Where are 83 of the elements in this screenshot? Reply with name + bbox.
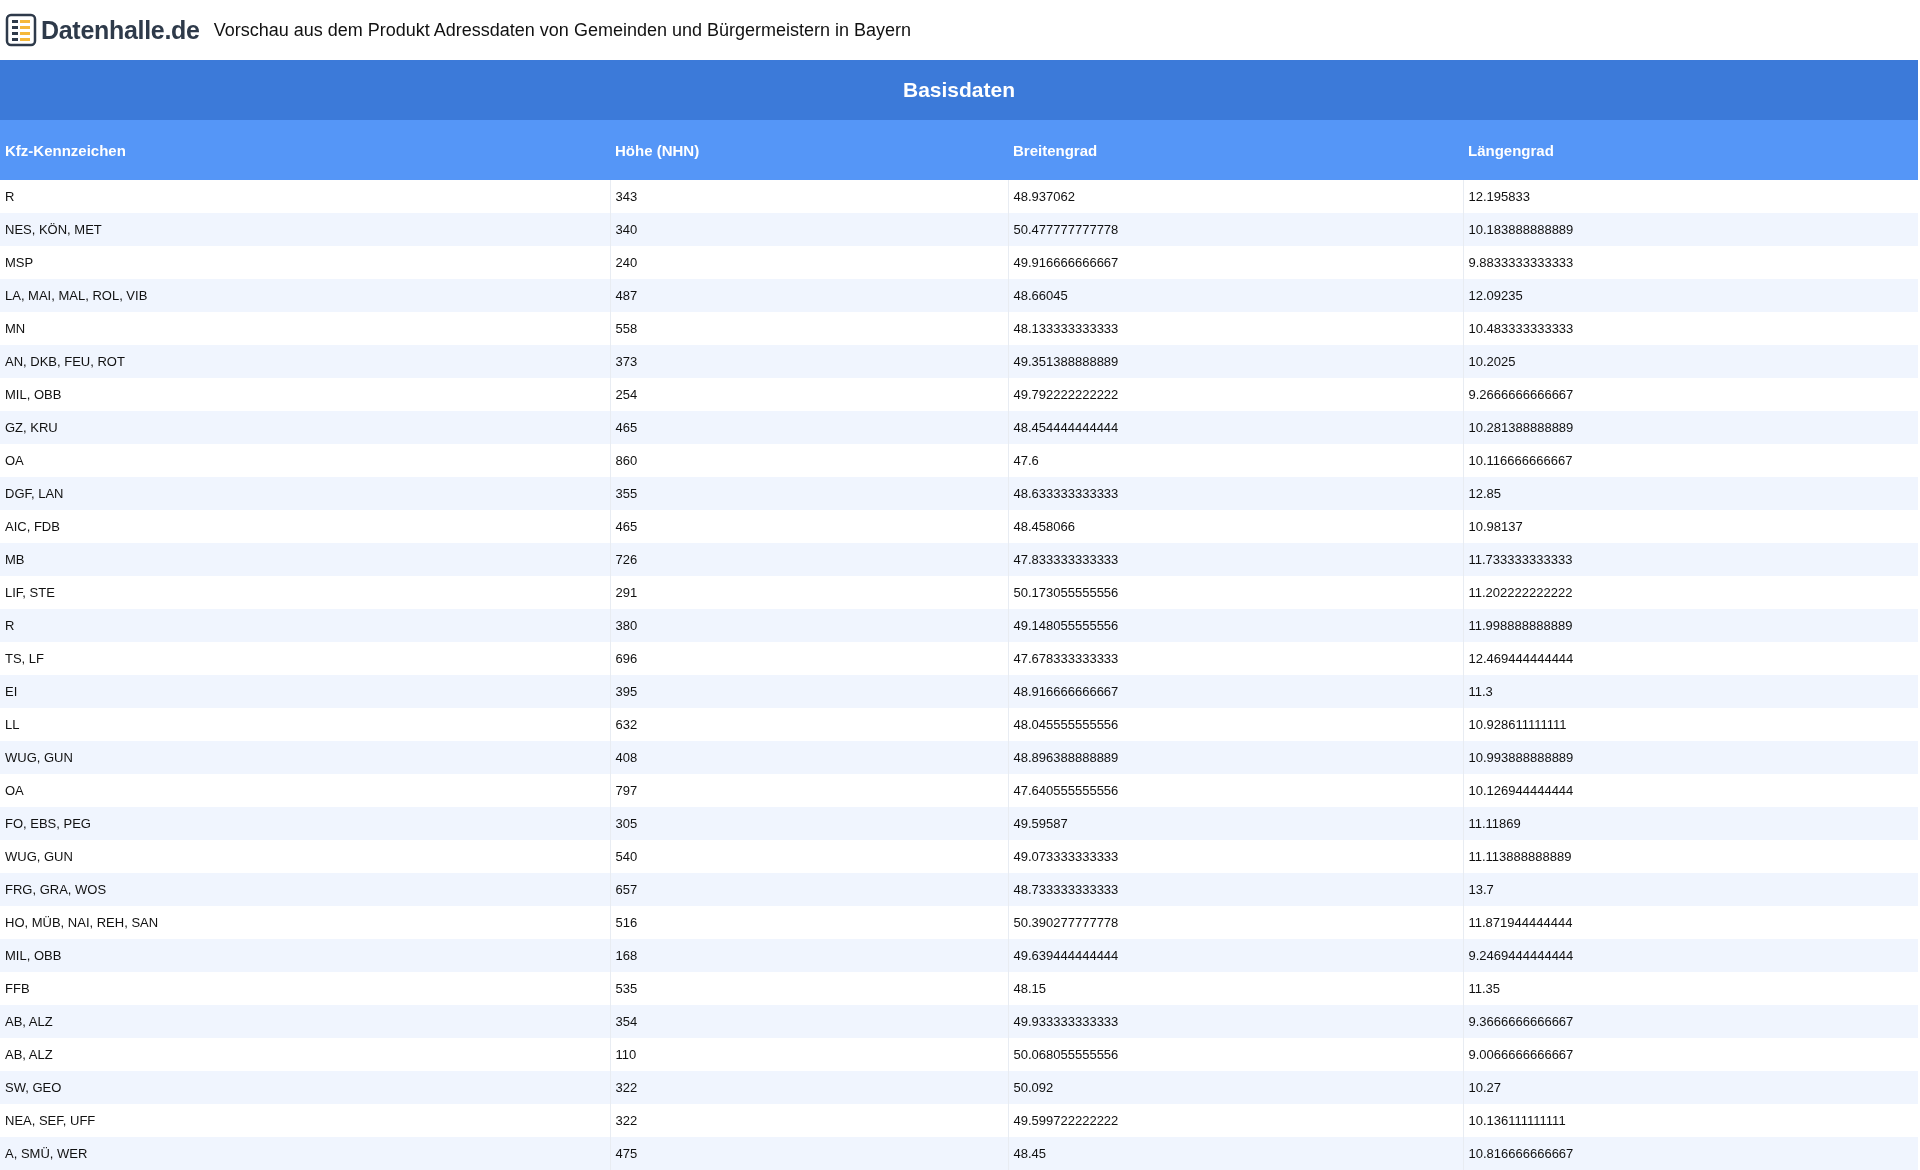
logo-text[interactable]: Datenhalle.de xyxy=(41,15,200,45)
table-cell: 50.092 xyxy=(1008,1071,1463,1104)
table-cell: 49.59587 xyxy=(1008,807,1463,840)
table-cell: R xyxy=(0,180,610,213)
server-stack-icon xyxy=(5,13,37,47)
table-cell: 380 xyxy=(610,609,1008,642)
table-cell: WUG, GUN xyxy=(0,741,610,774)
table-cell: TS, LF xyxy=(0,642,610,675)
table-cell: 9.2469444444444 xyxy=(1463,939,1918,972)
table-cell: SW, GEO xyxy=(0,1071,610,1104)
column-header: Breitengrad xyxy=(1008,120,1463,180)
table-cell: 322 xyxy=(610,1071,1008,1104)
table-cell: 168 xyxy=(610,939,1008,972)
table-cell: MIL, OBB xyxy=(0,378,610,411)
table-cell: 11.11869 xyxy=(1463,807,1918,840)
table-cell: 12.09235 xyxy=(1463,279,1918,312)
table-cell: 305 xyxy=(610,807,1008,840)
table-cell: 408 xyxy=(610,741,1008,774)
table-cell: HO, MÜB, NAI, REH, SAN xyxy=(0,906,610,939)
table-cell: AB, ALZ xyxy=(0,1038,610,1071)
table-cell: EI xyxy=(0,675,610,708)
table-cell: 465 xyxy=(610,411,1008,444)
table-cell: NEA, SEF, UFF xyxy=(0,1104,610,1137)
table-cell: WUG, GUN xyxy=(0,840,610,873)
table-cell: LL xyxy=(0,708,610,741)
table-cell: 48.916666666667 xyxy=(1008,675,1463,708)
table-cell: 10.816666666667 xyxy=(1463,1137,1918,1170)
table-cell: 9.3666666666667 xyxy=(1463,1005,1918,1038)
table-cell: 11.998888888889 xyxy=(1463,609,1918,642)
table-cell: FRG, GRA, WOS xyxy=(0,873,610,906)
table-cell: FFB xyxy=(0,972,610,1005)
table-cell: MN xyxy=(0,312,610,345)
table-cell: 10.2025 xyxy=(1463,345,1918,378)
column-header: Höhe (NHN) xyxy=(610,120,1008,180)
table-cell: AN, DKB, FEU, ROT xyxy=(0,345,610,378)
table-cell: 49.148055555556 xyxy=(1008,609,1463,642)
table-cell: 48.896388888889 xyxy=(1008,741,1463,774)
table-cell: GZ, KRU xyxy=(0,411,610,444)
table-cell: DGF, LAN xyxy=(0,477,610,510)
table-cell: 10.27 xyxy=(1463,1071,1918,1104)
table-cell: 487 xyxy=(610,279,1008,312)
table-cell: 373 xyxy=(610,345,1008,378)
table-cell: 48.454444444444 xyxy=(1008,411,1463,444)
table-cell: 10.183888888889 xyxy=(1463,213,1918,246)
table-cell: 340 xyxy=(610,213,1008,246)
table-cell: 11.3 xyxy=(1463,675,1918,708)
table-cell: FO, EBS, PEG xyxy=(0,807,610,840)
table-cell: 355 xyxy=(610,477,1008,510)
table-cell: NES, KÖN, MET xyxy=(0,213,610,246)
table-cell: AIC, FDB xyxy=(0,510,610,543)
table-cell: LA, MAI, MAL, ROL, VIB xyxy=(0,279,610,312)
table-cell: 395 xyxy=(610,675,1008,708)
table-cell: 50.477777777778 xyxy=(1008,213,1463,246)
table-cell: MIL, OBB xyxy=(0,939,610,972)
table-cell: 10.993888888889 xyxy=(1463,741,1918,774)
column-header: Kfz-Kennzeichen xyxy=(0,120,610,180)
table-cell: 49.933333333333 xyxy=(1008,1005,1463,1038)
table-cell: A, SMÜ, WER xyxy=(0,1137,610,1170)
table-cell: MSP xyxy=(0,246,610,279)
table-cell: 10.281388888889 xyxy=(1463,411,1918,444)
table-cell: 49.639444444444 xyxy=(1008,939,1463,972)
table-cell: 12.85 xyxy=(1463,477,1918,510)
table-cell: 354 xyxy=(610,1005,1008,1038)
table-cell: 49.351388888889 xyxy=(1008,345,1463,378)
table-cell: MB xyxy=(0,543,610,576)
table-cell: 475 xyxy=(610,1137,1008,1170)
table-cell: R xyxy=(0,609,610,642)
table-cell: LIF, STE xyxy=(0,576,610,609)
table-cell: 726 xyxy=(610,543,1008,576)
table-cell: 657 xyxy=(610,873,1008,906)
column-header: Längengrad xyxy=(1463,120,1918,180)
table-cell: OA xyxy=(0,444,610,477)
table-cell: 11.733333333333 xyxy=(1463,543,1918,576)
table-cell: 47.833333333333 xyxy=(1008,543,1463,576)
page-title: Vorschau aus dem Produkt Adressdaten von Gemeinden und Bürgermeistern in Bayern xyxy=(213,19,912,41)
table-cell: 48.733333333333 xyxy=(1008,873,1463,906)
section-title: Basisdaten xyxy=(0,60,1918,120)
table-cell: 48.633333333333 xyxy=(1008,477,1463,510)
table-cell: OA xyxy=(0,774,610,807)
table-cell: 13.7 xyxy=(1463,873,1918,906)
table-cell: 48.66045 xyxy=(1008,279,1463,312)
table-cell: AB, ALZ xyxy=(0,1005,610,1038)
table-cell: 48.45 xyxy=(1008,1137,1463,1170)
